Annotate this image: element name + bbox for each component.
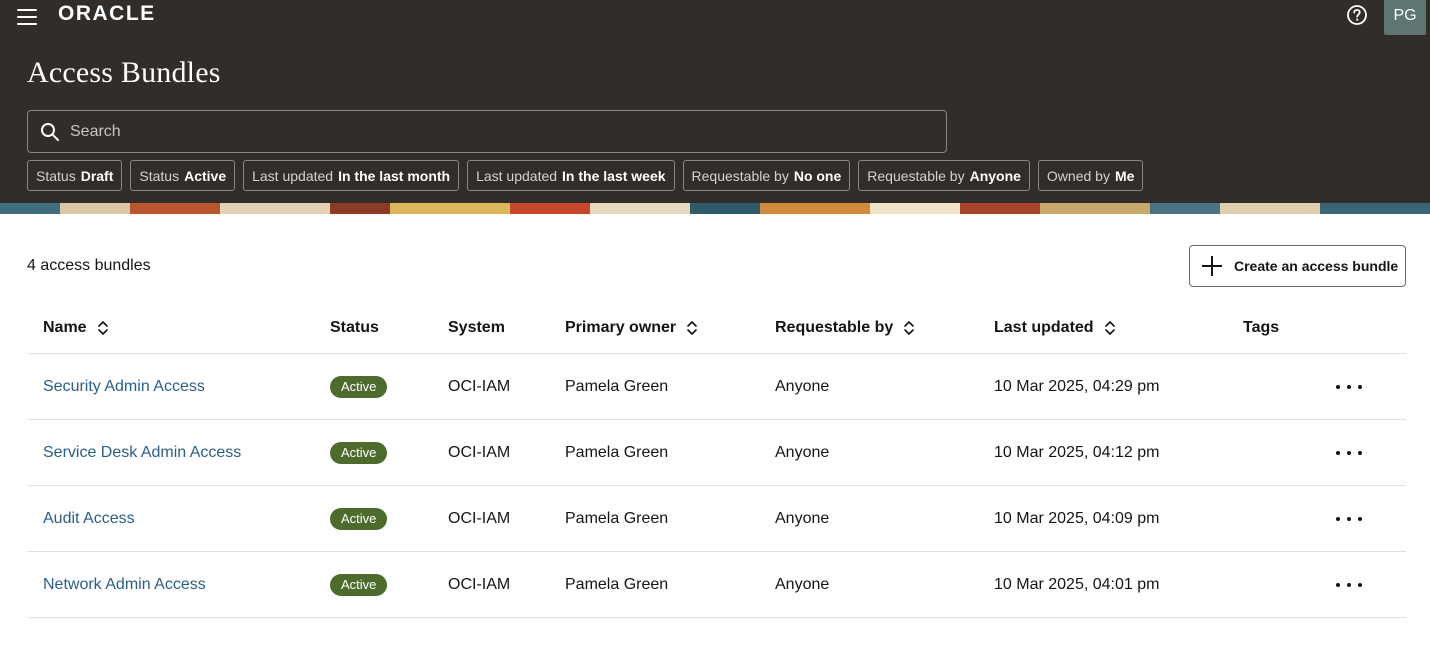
last-updated-cell: 10 Mar 2025, 04:09 pm xyxy=(994,510,1160,527)
filter-chip-owned-by-me[interactable]: Owned by Me xyxy=(1037,160,1144,191)
table-row: Security Admin Access Active OCI-IAM Pam… xyxy=(27,354,1406,420)
bundle-name-link[interactable]: Audit Access xyxy=(43,510,135,528)
bundle-name-link[interactable]: Network Admin Access xyxy=(43,576,206,594)
hamburger-icon[interactable] xyxy=(14,3,42,27)
system-cell: OCI-IAM xyxy=(448,444,511,461)
sort-icon[interactable] xyxy=(686,321,698,335)
filter-value: Anyone xyxy=(969,167,1021,184)
sort-icon[interactable] xyxy=(1104,321,1116,335)
requestable-by-cell: Anyone xyxy=(775,510,830,527)
sort-icon[interactable] xyxy=(97,321,109,335)
filter-label: Owned by xyxy=(1046,167,1110,184)
page-title: Access Bundles xyxy=(27,56,221,89)
status-badge: Active xyxy=(330,508,388,530)
filter-value: Me xyxy=(1114,167,1135,184)
create-button-label: Create an access bundle xyxy=(1234,258,1399,274)
help-icon[interactable] xyxy=(1346,4,1368,26)
more-icon[interactable] xyxy=(1336,443,1362,463)
column-label: System xyxy=(448,319,505,336)
filter-value: Active xyxy=(184,167,227,184)
column-label: Primary owner xyxy=(565,319,677,336)
filter-value: Draft xyxy=(80,167,114,184)
table-row: Audit Access Active OCI-IAM Pamela Green… xyxy=(27,486,1406,552)
owner-cell: Pamela Green xyxy=(565,378,669,395)
owner-cell: Pamela Green xyxy=(565,444,669,461)
search-icon xyxy=(41,123,59,141)
filter-label: Requestable by xyxy=(867,167,965,184)
oracle-logo[interactable]: ORACLE xyxy=(58,0,192,26)
filter-chip-status-active[interactable]: Status Active xyxy=(130,160,236,191)
system-cell: OCI-IAM xyxy=(448,378,511,395)
sort-icon[interactable] xyxy=(903,321,915,335)
plus-icon xyxy=(1202,256,1222,276)
table-row: Service Desk Admin Access Active OCI-IAM… xyxy=(27,420,1406,486)
search-bar xyxy=(27,110,947,153)
status-badge: Active xyxy=(330,442,388,464)
column-label: Name xyxy=(43,319,87,336)
create-access-bundle-button[interactable]: Create an access bundle xyxy=(1189,245,1406,287)
filter-label: Last updated xyxy=(252,167,334,184)
app-header: ORACLE PG Access Bundles Status Draft St… xyxy=(0,0,1430,203)
filter-chip-updated-month[interactable]: Last updated In the last month xyxy=(243,160,460,191)
filter-value: No one xyxy=(793,167,842,184)
bundle-name-link[interactable]: Service Desk Admin Access xyxy=(43,444,241,462)
column-header-tags: Tags xyxy=(1243,319,1279,337)
filter-chip-status-draft[interactable]: Status Draft xyxy=(27,160,123,191)
filter-value: In the last week xyxy=(562,167,666,184)
filter-label: Last updated xyxy=(476,167,558,184)
requestable-by-cell: Anyone xyxy=(775,444,830,461)
last-updated-cell: 10 Mar 2025, 04:01 pm xyxy=(994,576,1160,593)
owner-cell: Pamela Green xyxy=(565,510,669,527)
table-row: Network Admin Access Active OCI-IAM Pame… xyxy=(27,552,1406,618)
column-header-primary-owner[interactable]: Primary owner xyxy=(565,319,698,337)
column-header-system: System xyxy=(448,319,505,337)
more-icon[interactable] xyxy=(1336,509,1362,529)
system-cell: OCI-IAM xyxy=(448,510,511,527)
more-icon[interactable] xyxy=(1336,575,1362,595)
column-label: Tags xyxy=(1243,319,1280,336)
status-badge: Active xyxy=(330,574,388,596)
filter-chip-requestable-no-one[interactable]: Requestable by No one xyxy=(682,160,851,191)
filter-label: Status xyxy=(36,167,76,184)
column-header-name[interactable]: Name xyxy=(43,319,109,337)
column-header-status: Status xyxy=(330,319,379,337)
column-label: Status xyxy=(330,319,379,336)
filter-label: Requestable by xyxy=(691,167,789,184)
requestable-by-cell: Anyone xyxy=(775,576,830,593)
filter-chip-requestable-anyone[interactable]: Requestable by Anyone xyxy=(858,160,1030,191)
filter-label: Status xyxy=(139,167,180,184)
bundle-name-link[interactable]: Security Admin Access xyxy=(43,378,205,396)
logo-text: ORACLE xyxy=(58,2,156,25)
requestable-by-cell: Anyone xyxy=(775,378,830,395)
last-updated-cell: 10 Mar 2025, 04:12 pm xyxy=(994,444,1160,461)
column-header-requestable-by[interactable]: Requestable by xyxy=(775,319,915,337)
bundle-count: 4 access bundles xyxy=(27,257,151,274)
filter-chip-updated-week[interactable]: Last updated In the last week xyxy=(467,160,675,191)
decorative-banner xyxy=(0,203,1430,214)
column-header-last-updated[interactable]: Last updated xyxy=(994,319,1116,337)
system-cell: OCI-IAM xyxy=(448,576,511,593)
filter-chips: Status Draft Status Active Last updated … xyxy=(27,160,1144,191)
last-updated-cell: 10 Mar 2025, 04:29 pm xyxy=(994,378,1160,395)
user-avatar[interactable]: PG xyxy=(1384,0,1426,35)
search-input[interactable] xyxy=(70,111,930,152)
column-label: Last updated xyxy=(994,319,1094,336)
owner-cell: Pamela Green xyxy=(565,576,669,593)
more-icon[interactable] xyxy=(1336,377,1362,397)
status-badge: Active xyxy=(330,376,388,398)
column-label: Requestable by xyxy=(775,319,894,336)
filter-value: In the last month xyxy=(338,167,451,184)
